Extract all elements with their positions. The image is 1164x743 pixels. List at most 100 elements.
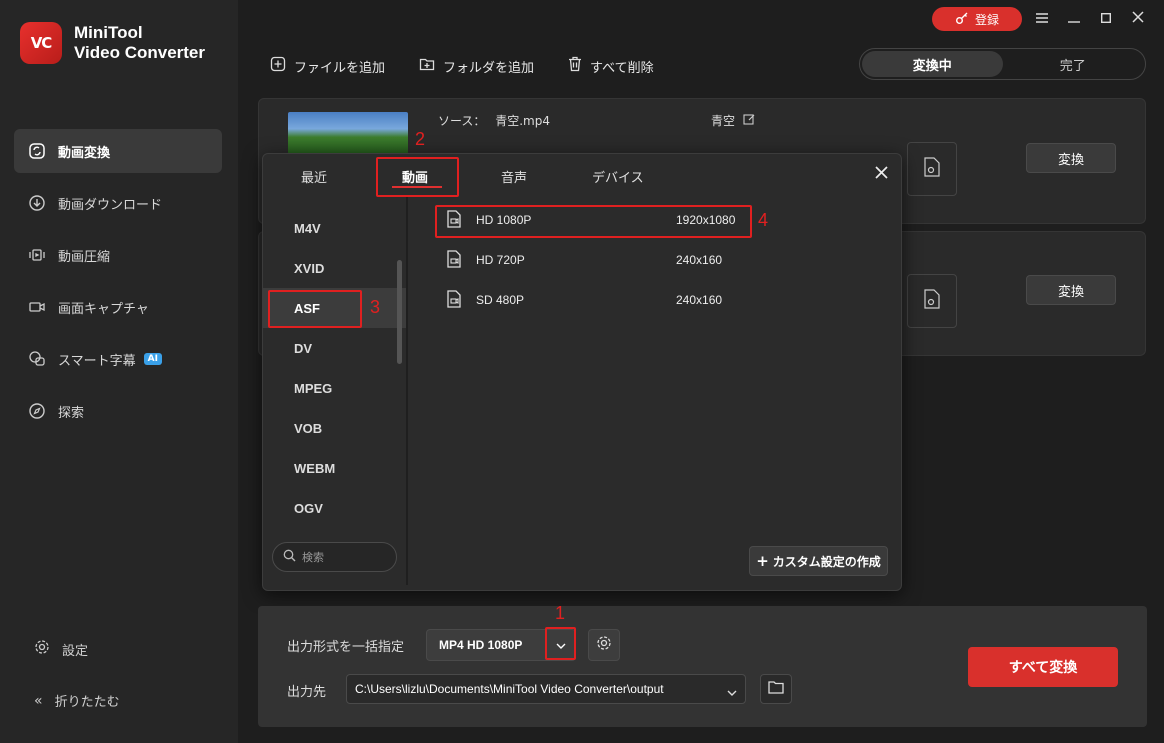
preset-resolution: 240x160: [676, 253, 723, 267]
edit-icon[interactable]: [743, 113, 756, 129]
file-settings-icon: [923, 157, 941, 181]
output-filename: 青空: [711, 114, 736, 128]
output-name: 青空: [711, 112, 756, 129]
format-item-webm[interactable]: WEBM: [263, 448, 407, 488]
status-segment: 変換中 完了: [859, 48, 1146, 80]
add-folder-icon: [419, 56, 435, 76]
output-settings-button[interactable]: [907, 274, 957, 328]
add-file-button[interactable]: ファイルを追加: [270, 54, 385, 78]
format-list-scrollbar[interactable]: [397, 260, 402, 364]
add-folder-button[interactable]: フォルダを追加: [419, 54, 534, 78]
minimize-icon: [1068, 12, 1080, 27]
compress-icon: [28, 246, 46, 264]
close-button[interactable]: [1127, 8, 1149, 30]
output-settings-button[interactable]: [907, 142, 957, 196]
collapse-button[interactable]: « 折りたたむ: [14, 691, 222, 711]
gear-icon: [34, 639, 50, 659]
file-settings-icon: [923, 289, 941, 313]
format-search-input[interactable]: 検索: [272, 542, 397, 572]
sidebar-item-video-compress[interactable]: 動画圧縮: [14, 233, 222, 277]
popup-close-button[interactable]: [871, 164, 891, 184]
sidebar-nav: 動画変換 動画ダウンロード 動画圧縮 画面キャプチャ スマート字幕 AI 探索: [14, 129, 222, 441]
trash-icon: [568, 56, 582, 76]
output-path-select[interactable]: C:\Users\lizlu\Documents\MiniTool Video …: [346, 674, 746, 704]
close-icon: [874, 165, 888, 183]
source-info: ソース： 青空.mp4: [438, 112, 550, 129]
format-item-dv[interactable]: DV: [263, 328, 407, 368]
subtitle-icon: [28, 350, 46, 368]
camera-icon: [28, 298, 46, 316]
open-folder-button[interactable]: [760, 674, 792, 704]
popup-divider: [406, 197, 408, 585]
preset-resolution: 240x160: [676, 293, 723, 307]
sidebar-item-label: 探索: [58, 405, 85, 421]
gear-icon: [596, 635, 612, 655]
tab-done[interactable]: 完了: [1003, 51, 1144, 77]
format-item-ogv[interactable]: OGV: [263, 488, 407, 528]
format-item-vob[interactable]: VOB: [263, 408, 407, 448]
format-settings-button[interactable]: [588, 629, 620, 661]
brand: VC MiniTool Video Converter: [20, 22, 205, 64]
convert-icon: [28, 142, 46, 160]
annotation-number-4: 4: [758, 210, 769, 230]
double-chevron-left-icon: «: [34, 692, 43, 709]
format-item-xvid[interactable]: XVID: [263, 248, 407, 288]
add-folder-label: フォルダを追加: [443, 60, 535, 76]
convert-all-button[interactable]: すべて変換: [968, 647, 1118, 687]
minimize-button[interactable]: [1063, 8, 1085, 30]
source-filename: 青空.mp4: [495, 114, 550, 128]
settings-label: 設定: [62, 643, 89, 659]
output-path-value: C:\Users\lizlu\Documents\MiniTool Video …: [355, 682, 664, 696]
menu-button[interactable]: [1031, 8, 1053, 30]
sidebar-item-video-download[interactable]: 動画ダウンロード: [14, 181, 222, 225]
sidebar-item-smart-subtitle[interactable]: スマート字幕 AI: [14, 337, 222, 381]
output-label: 出力先: [287, 685, 327, 700]
output-format-value: MP4 HD 1080P: [439, 638, 523, 652]
sidebar: VC MiniTool Video Converter 動画変換 動画ダウンロー…: [0, 0, 238, 743]
download-icon: [28, 194, 46, 212]
settings-button[interactable]: 設定: [14, 639, 222, 659]
video-thumbnail[interactable]: [288, 112, 408, 154]
convert-button[interactable]: 変換: [1026, 275, 1116, 305]
register-label: 登録: [974, 12, 999, 27]
tab-recent[interactable]: 最近: [301, 167, 327, 186]
add-file-label: ファイルを追加: [294, 60, 386, 76]
toolbar: ファイルを追加 フォルダを追加 すべて削除: [270, 54, 654, 78]
preset-hd-720p[interactable]: HD 720P 240x160: [436, 245, 766, 275]
key-icon: [955, 11, 969, 28]
sidebar-item-label: 動画変換: [58, 145, 111, 161]
create-custom-label: カスタム設定の作成: [772, 554, 881, 569]
annotation-box-2: [376, 157, 459, 197]
create-custom-button[interactable]: + カスタム設定の作成: [749, 546, 888, 576]
add-file-icon: [270, 56, 286, 76]
sidebar-item-label: 画面キャプチャ: [58, 301, 149, 317]
delete-all-button[interactable]: すべて削除: [568, 54, 654, 78]
format-item-m4v[interactable]: M4V: [263, 208, 407, 248]
preset-name: HD 720P: [476, 253, 525, 267]
folder-icon: [768, 680, 784, 698]
format-item-mpeg[interactable]: MPEG: [263, 368, 407, 408]
delete-all-label: すべて削除: [590, 60, 654, 76]
format-label: 出力形式を一括指定: [287, 640, 405, 655]
search-placeholder: 検索: [302, 551, 324, 564]
collapse-label: 折りたたむ: [54, 695, 120, 710]
sidebar-item-label: 動画ダウンロード: [58, 197, 163, 213]
sidebar-item-screen-capture[interactable]: 画面キャプチャ: [14, 285, 222, 329]
tab-converting[interactable]: 変換中: [862, 51, 1003, 77]
register-button[interactable]: 登録: [932, 7, 1022, 31]
sidebar-item-label: 動画圧縮: [58, 249, 111, 265]
preset-sd-480p[interactable]: SD 480P 240x160: [436, 285, 766, 315]
sidebar-item-video-convert[interactable]: 動画変換: [14, 129, 222, 173]
video-file-icon: [444, 289, 464, 312]
convert-button[interactable]: 変換: [1026, 143, 1116, 173]
tab-audio[interactable]: 音声: [501, 167, 527, 186]
app-name-line2: Video Converter: [74, 43, 206, 62]
annotation-number-2: 2: [415, 129, 426, 149]
hamburger-icon: [1036, 12, 1048, 27]
annotation-box-1: [545, 627, 576, 660]
tab-device[interactable]: デバイス: [592, 167, 644, 186]
maximize-button[interactable]: [1095, 8, 1117, 30]
app-name-line1: MiniTool: [74, 23, 143, 42]
sidebar-item-explore[interactable]: 探索: [14, 389, 222, 433]
app-logo: VC: [20, 22, 62, 64]
